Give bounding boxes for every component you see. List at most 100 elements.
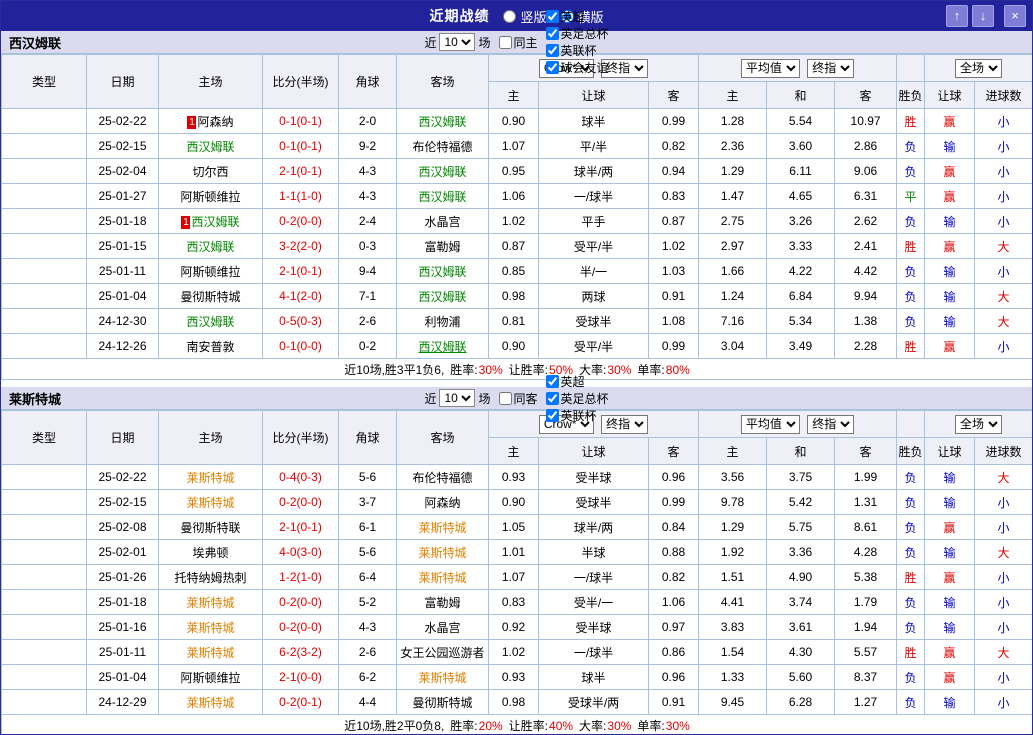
team-link[interactable]: 西汉姆联: [418, 165, 466, 179]
scope-select[interactable]: 全场: [955, 59, 1002, 78]
league-filter[interactable]: 英超: [538, 8, 609, 25]
goals-result-cell: 小: [975, 565, 1033, 590]
same-venue-checkbox[interactable]: [499, 392, 512, 405]
goals-result-cell: 大: [975, 284, 1033, 309]
league-filter[interactable]: 英联杯: [538, 407, 609, 424]
team-link[interactable]: 阿森纳: [424, 496, 460, 510]
handicap-home-odds: 0.90: [489, 334, 539, 359]
same-venue-filter[interactable]: 同客: [491, 390, 538, 407]
team-link[interactable]: 南安普敦: [186, 340, 234, 354]
league-filter[interactable]: 英足总杯: [538, 25, 609, 42]
match-count-select[interactable]: 10: [439, 33, 475, 51]
league-filters: 英超英足总杯英联杯: [538, 373, 609, 424]
team-link[interactable]: 莱斯特城: [418, 521, 466, 535]
team-link[interactable]: 西汉姆联: [418, 190, 466, 204]
team-link[interactable]: 阿森纳: [197, 115, 233, 129]
team-link[interactable]: 阿斯顿维拉: [180, 190, 240, 204]
summary-prefix: 近10场,胜2平0负8,: [344, 719, 444, 733]
league-badge: 英超: [2, 490, 87, 515]
team-link[interactable]: 富勒姆: [424, 240, 460, 254]
away-team-cell: 水晶宫: [397, 209, 489, 234]
team-link[interactable]: 布伦特福德: [412, 140, 472, 154]
league-checkbox[interactable]: [546, 61, 559, 74]
avg-home-odds: 9.45: [699, 690, 767, 715]
handicap-away-odds: 0.84: [649, 515, 699, 540]
team-link[interactable]: 西汉姆联: [191, 215, 239, 229]
team-link[interactable]: 托特纳姆热刺: [174, 571, 246, 585]
team-link[interactable]: 莱斯特城: [186, 696, 234, 710]
team-link[interactable]: 水晶宫: [424, 621, 460, 635]
handicap-away-odds: 0.86: [649, 640, 699, 665]
team-link[interactable]: 莱斯特城: [186, 471, 234, 485]
handicap-home-odds: 0.93: [489, 465, 539, 490]
team-link[interactable]: 莱斯特城: [418, 546, 466, 560]
team-link[interactable]: 莱斯特城: [186, 596, 234, 610]
corner-cell: 6-2: [339, 665, 397, 690]
team-link[interactable]: 埃弗顿: [192, 546, 228, 560]
corner-cell: 5-6: [339, 540, 397, 565]
league-filter[interactable]: 英足总杯: [538, 390, 609, 407]
handicap-away-odds: 1.02: [649, 234, 699, 259]
result-cell: 负: [897, 665, 925, 690]
scope-select[interactable]: 全场: [955, 415, 1002, 434]
handicap-home-odds: 0.98: [489, 284, 539, 309]
away-team-cell: 阿森纳: [397, 490, 489, 515]
same-venue-checkbox[interactable]: [499, 36, 512, 49]
league-filter[interactable]: 英超: [538, 373, 609, 390]
match-row: 英超25-02-01埃弗顿4-0(3-0)5-6莱斯特城1.01半球0.881.…: [2, 540, 1033, 565]
team-link[interactable]: 水晶宫: [424, 215, 460, 229]
team-link[interactable]: 西汉姆联: [186, 140, 234, 154]
team-link[interactable]: 西汉姆联: [418, 290, 466, 304]
league-filter[interactable]: 英联杯: [538, 42, 609, 59]
avg-stage-select[interactable]: 终指: [807, 59, 854, 78]
team-link[interactable]: 利物浦: [424, 315, 460, 329]
handicap-away-odds: 0.91: [649, 690, 699, 715]
match-row: 英超25-02-15西汉姆联0-1(0-1)9-2布伦特福德1.07平/半0.8…: [2, 134, 1033, 159]
league-checkbox[interactable]: [546, 392, 559, 405]
team-link[interactable]: 女王公园巡游者: [400, 646, 484, 660]
team-link[interactable]: 莱斯特城: [418, 571, 466, 585]
handicap-result-cell: 输: [925, 284, 975, 309]
team-link[interactable]: 莱斯特城: [186, 621, 234, 635]
team-link[interactable]: 富勒姆: [424, 596, 460, 610]
league-checkbox[interactable]: [546, 27, 559, 40]
team-link[interactable]: 切尔西: [192, 165, 228, 179]
team-link[interactable]: 西汉姆联: [418, 265, 466, 279]
score-cell: 0-2(0-0): [263, 615, 339, 640]
team-link[interactable]: 阿斯顿维拉: [180, 265, 240, 279]
team-link[interactable]: 阿斯顿维拉: [180, 671, 240, 685]
team-link[interactable]: 莱斯特城: [418, 671, 466, 685]
league-checkbox[interactable]: [546, 409, 559, 422]
team-link[interactable]: 曼彻斯特城: [412, 696, 472, 710]
home-team-cell: 1西汉姆联: [159, 209, 263, 234]
team-link[interactable]: 莱斯特城: [186, 646, 234, 660]
scroll-up-button[interactable]: ↑: [946, 5, 968, 27]
handicap-line: 受球半/两: [539, 690, 649, 715]
team-link[interactable]: 西汉姆联: [186, 315, 234, 329]
avg-home-odds: 1.47: [699, 184, 767, 209]
team-link[interactable]: 莱斯特城: [186, 496, 234, 510]
team-link[interactable]: 曼彻斯特联: [180, 521, 240, 535]
team-link[interactable]: 曼彻斯特城: [180, 290, 240, 304]
league-checkbox[interactable]: [546, 44, 559, 57]
close-button[interactable]: ×: [1004, 5, 1026, 27]
home-team-cell: 西汉姆联: [159, 309, 263, 334]
team-link[interactable]: 布伦特福德: [412, 471, 472, 485]
team-link[interactable]: 西汉姆联: [418, 340, 466, 354]
same-venue-label: 同主: [514, 34, 538, 51]
avg-stage-select[interactable]: 终指: [807, 415, 854, 434]
same-venue-filter[interactable]: 同主: [491, 34, 538, 51]
league-filter[interactable]: 球会友谊: [538, 59, 609, 76]
scroll-down-button[interactable]: ↓: [972, 5, 994, 27]
avg-source-select[interactable]: 平均值: [741, 415, 800, 434]
league-checkbox[interactable]: [546, 375, 559, 388]
match-count-select[interactable]: 10: [439, 389, 475, 407]
avg-source-select[interactable]: 平均值: [741, 59, 800, 78]
team-link[interactable]: 西汉姆联: [186, 240, 234, 254]
result-cell: 胜: [897, 334, 925, 359]
team-link[interactable]: 西汉姆联: [418, 115, 466, 129]
handicap-line: 受球半: [539, 309, 649, 334]
handicap-away-odds: 0.82: [649, 134, 699, 159]
handicap-result-cell: 输: [925, 309, 975, 334]
league-checkbox[interactable]: [546, 10, 559, 23]
